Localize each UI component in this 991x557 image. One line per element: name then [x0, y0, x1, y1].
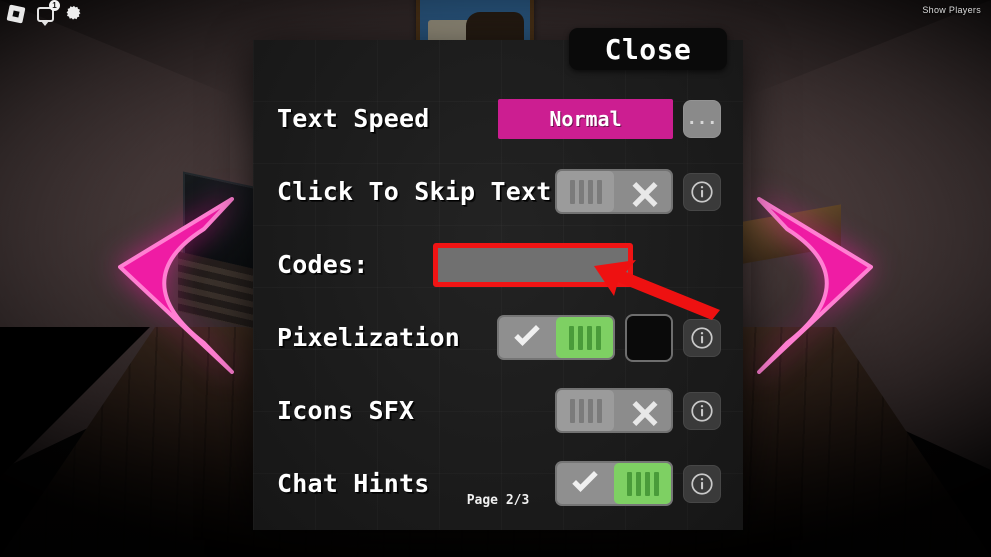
chat-icon[interactable]: 1: [35, 0, 60, 26]
show-players-label[interactable]: Show Players: [922, 5, 981, 15]
settings-dialog: Close Text Speed Normal ... Click To Ski…: [253, 28, 743, 530]
page-indicator: Page 2/3: [466, 493, 530, 508]
game-screen: 1 Show Players Close Text Speed Normal .…: [0, 0, 991, 557]
x-icon: [616, 177, 673, 207]
wall-picture: [416, 0, 534, 44]
setting-label: Icons SFX: [277, 396, 415, 425]
chat-badge: 1: [49, 0, 60, 11]
toggle-knob: [557, 390, 614, 431]
toggle-knob: [557, 171, 614, 212]
x-icon: [616, 396, 673, 426]
setting-label: Click To Skip Text: [277, 177, 552, 206]
text-speed-more-button[interactable]: ...: [683, 99, 721, 138]
setting-row-text-speed: Text Speed Normal ...: [253, 82, 743, 155]
setting-label: Pixelization: [277, 323, 461, 352]
info-icon[interactable]: [683, 391, 721, 430]
setting-row-click-to-skip-text: Click To Skip Text: [253, 155, 743, 228]
setting-row-chat-hints: Chat Hints: [253, 447, 743, 520]
next-page-arrow[interactable]: [749, 193, 899, 378]
pixelization-toggle[interactable]: [497, 315, 615, 360]
roblox-hud: 1: [6, 0, 84, 26]
pixelization-color-swatch[interactable]: [625, 313, 673, 362]
icons-sfx-toggle[interactable]: [555, 388, 673, 433]
close-button[interactable]: Close: [569, 28, 727, 70]
previous-page-arrow[interactable]: [92, 193, 242, 378]
click-to-skip-text-toggle[interactable]: [555, 169, 673, 214]
info-icon[interactable]: [683, 172, 721, 211]
setting-row-codes: Codes:: [253, 228, 743, 301]
codes-input[interactable]: [433, 242, 633, 287]
gear-icon[interactable]: [64, 4, 84, 24]
setting-label: Text Speed: [277, 104, 430, 133]
check-icon: [497, 323, 554, 353]
setting-label: Codes:: [277, 250, 369, 279]
setting-row-pixelization: Pixelization: [253, 301, 743, 374]
setting-row-icons-sfx: Icons SFX: [253, 374, 743, 447]
text-speed-value-button[interactable]: Normal: [498, 98, 673, 139]
toggle-knob: [556, 317, 613, 358]
settings-rows: Text Speed Normal ... Click To Skip Text: [253, 82, 743, 520]
info-icon[interactable]: [683, 318, 721, 357]
roblox-logo-icon[interactable]: [6, 4, 26, 24]
